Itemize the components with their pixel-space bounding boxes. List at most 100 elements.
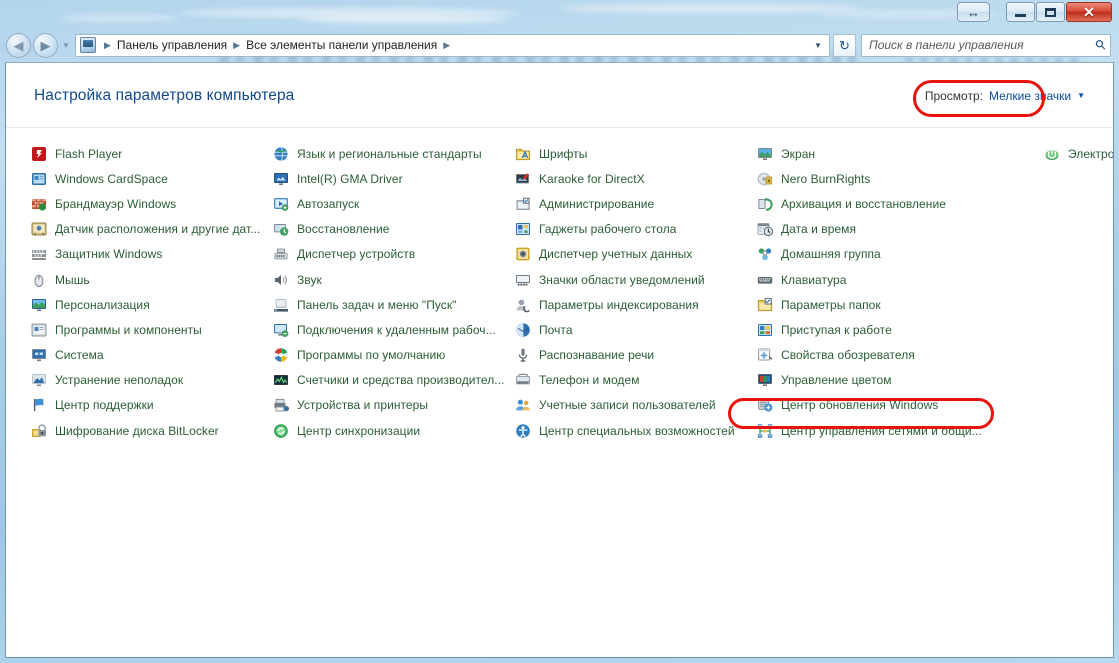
control-panel-item[interactable]: Центр поддержки [28,393,263,418]
control-panel-item[interactable]: Центр специальных возможностей [512,418,747,443]
control-panel-item-label: Шрифты [539,146,588,161]
control-panel-item[interactable]: Язык и региональные стандарты [270,141,505,166]
close-button[interactable]: ✕ [1066,2,1112,22]
window-titlebar[interactable]: ↔ ✕ [0,0,1119,28]
administrative-tools-icon [515,196,531,212]
forward-button[interactable]: ▶ [33,32,58,58]
control-panel-item[interactable]: Центр синхронизации [270,418,505,443]
control-panel-item[interactable]: Брандмауэр Windows [28,191,263,216]
control-panel-item-label: Учетные записи пользователей [539,398,716,413]
search-input[interactable] [869,38,1097,52]
back-arrow-icon: ◀ [13,37,24,53]
control-panel-item[interactable]: Windows CardSpace [28,166,263,191]
control-panel-item[interactable]: Подключения к удаленным рабоч... [270,317,505,342]
device-manager-icon [273,246,289,262]
control-panel-item[interactable]: Звук [270,267,505,292]
back-button[interactable]: ◀ [6,32,31,58]
firewall-icon [31,196,47,212]
search-box[interactable]: ⚲ [861,33,1111,57]
control-panel-item-label: Приступая к работе [781,322,892,337]
programs-features-icon [31,322,47,338]
control-panel-item[interactable]: Karaoke for DirectX [512,166,747,191]
control-panel-window: ↔ ✕ ◀ ▶ ▼ ▶ Панель управления ▶ Все элем… [0,0,1119,663]
control-panel-item-label: Свойства обозревателя [781,348,915,363]
keyboard-icon [757,272,773,288]
control-panel-item[interactable]: Приступая к работе [754,317,1034,342]
control-panel-item[interactable]: Экран [754,141,1034,166]
phone-modem-icon [515,372,531,388]
control-panel-item[interactable]: Восстановление [270,217,505,242]
control-panel-item[interactable]: Система [28,343,263,368]
user-accounts-icon [515,397,531,413]
view-dropdown[interactable]: Мелкие значки ▼ [989,89,1085,103]
address-bar[interactable]: ▶ Панель управления ▶ Все элементы панел… [75,33,830,57]
control-panel-item[interactable]: Защитник Windows [28,242,263,267]
control-panel-item[interactable]: Почта [512,317,747,342]
control-panel-item[interactable]: Дата и время [754,217,1034,242]
control-panel-item[interactable]: Архивация и восстановление [754,191,1034,216]
control-panel-item[interactable]: Телефон и модем [512,368,747,393]
control-panel-item[interactable]: Nero BurnRights [754,166,1034,191]
control-panel-item[interactable]: Свойства обозревателя [754,343,1034,368]
control-panel-item[interactable]: Гаджеты рабочего стола [512,217,747,242]
date-time-icon [757,221,773,237]
control-panel-item[interactable]: Шифрование диска BitLocker [28,418,263,443]
control-panel-item[interactable]: Устранение неполадок [28,368,263,393]
navigation-bar: ◀ ▶ ▼ ▶ Панель управления ▶ Все элементы… [0,28,1119,62]
control-panel-item[interactable]: Центр управления сетями и общи... [754,418,1034,443]
control-panel-item[interactable]: Центр обновления Windows [754,393,1034,418]
control-panel-item-label: Система [55,348,104,363]
control-panel-item[interactable]: Панель задач и меню "Пуск" [270,292,505,317]
speech-recognition-icon [515,347,531,363]
control-panel-item-label: Телефон и модем [539,373,640,388]
resize-arrow-icon[interactable]: ↔ [957,2,990,22]
mail-icon [515,322,531,338]
control-panel-item[interactable]: Распознавание речи [512,343,747,368]
minimize-button[interactable] [1006,2,1035,22]
control-panel-item[interactable]: Персонализация [28,292,263,317]
control-panel-item-label: Электропитание [1068,146,1114,161]
view-label: Просмотр: [924,89,983,103]
control-panel-item[interactable]: Мышь [28,267,263,292]
breadcrumb-item-all-items[interactable]: Все элементы панели управления [244,38,439,52]
control-panel-item-label: Язык и региональные стандарты [297,146,482,161]
control-panel-item[interactable]: Счетчики и средства производител... [270,368,505,393]
control-panel-item[interactable]: Учетные записи пользователей [512,393,747,418]
breadcrumb-separator[interactable]: ▶ [229,40,244,51]
credential-manager-icon [515,246,531,262]
control-panel-item[interactable]: Шрифты [512,141,747,166]
devices-printers-icon [273,397,289,413]
control-panel-item[interactable]: Программы и компоненты [28,317,263,342]
breadcrumb-item-control-panel[interactable]: Панель управления [115,38,229,52]
recent-pages-button[interactable]: ▼ [60,33,72,58]
control-panel-item-label: Датчик расположения и другие дат... [55,222,261,237]
system-icon [31,347,47,363]
control-panel-item[interactable]: Клавиатура [754,267,1034,292]
control-panel-item[interactable]: Домашняя группа [754,242,1034,267]
control-panel-item[interactable]: Диспетчер учетных данных [512,242,747,267]
control-panel-item[interactable]: Устройства и принтеры [270,393,505,418]
address-dropdown-button[interactable]: ▼ [809,35,827,56]
control-panel-item[interactable]: Flash Player [28,141,263,166]
control-panel-item-label: Шифрование диска BitLocker [55,423,219,438]
control-panel-item[interactable]: Диспетчер устройств [270,242,505,267]
control-panel-item[interactable]: Управление цветом [754,368,1034,393]
control-panel-item-label: Центр синхронизации [297,423,421,438]
troubleshooting-icon [31,372,47,388]
personalization-icon [31,297,47,313]
control-panel-item[interactable]: Intel(R) GMA Driver [270,166,505,191]
indexing-options-icon [515,297,531,313]
maximize-button[interactable] [1036,2,1065,22]
control-panel-item[interactable]: Автозапуск [270,191,505,216]
breadcrumb-separator[interactable]: ▶ [439,40,454,51]
control-panel-item[interactable]: Параметры папок [754,292,1034,317]
control-panel-item-label: Защитник Windows [55,247,163,262]
control-panel-item[interactable]: Значки области уведомлений [512,267,747,292]
control-panel-item[interactable]: Датчик расположения и другие дат... [28,217,263,242]
refresh-button[interactable]: ↻ [833,33,856,57]
control-panel-item[interactable]: Электропитание [1041,141,1114,166]
control-panel-item[interactable]: Администрирование [512,191,747,216]
control-panel-item[interactable]: Программы по умолчанию [270,343,505,368]
control-panel-item[interactable]: Параметры индексирования [512,292,747,317]
control-panel-item-label: Центр специальных возможностей [539,423,735,438]
